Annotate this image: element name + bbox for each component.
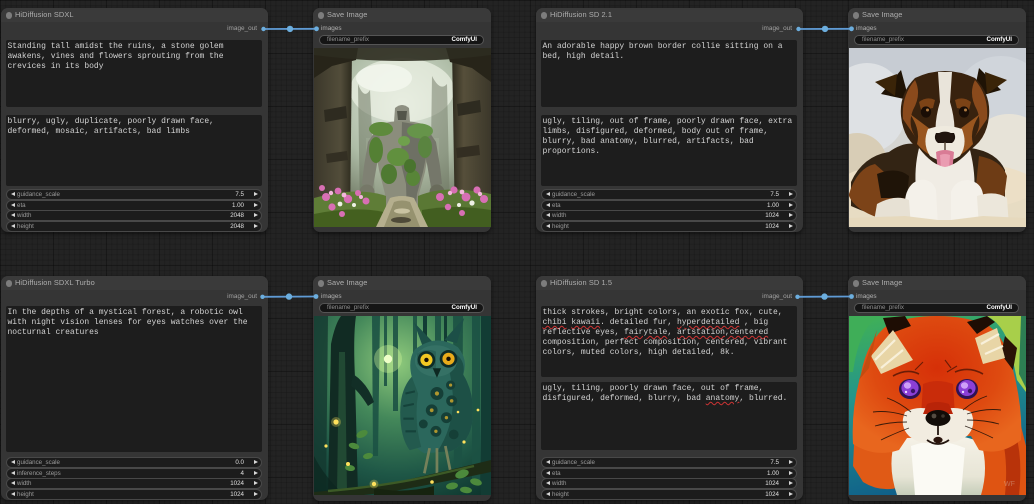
svg-text:WF: WF — [1004, 481, 1015, 488]
